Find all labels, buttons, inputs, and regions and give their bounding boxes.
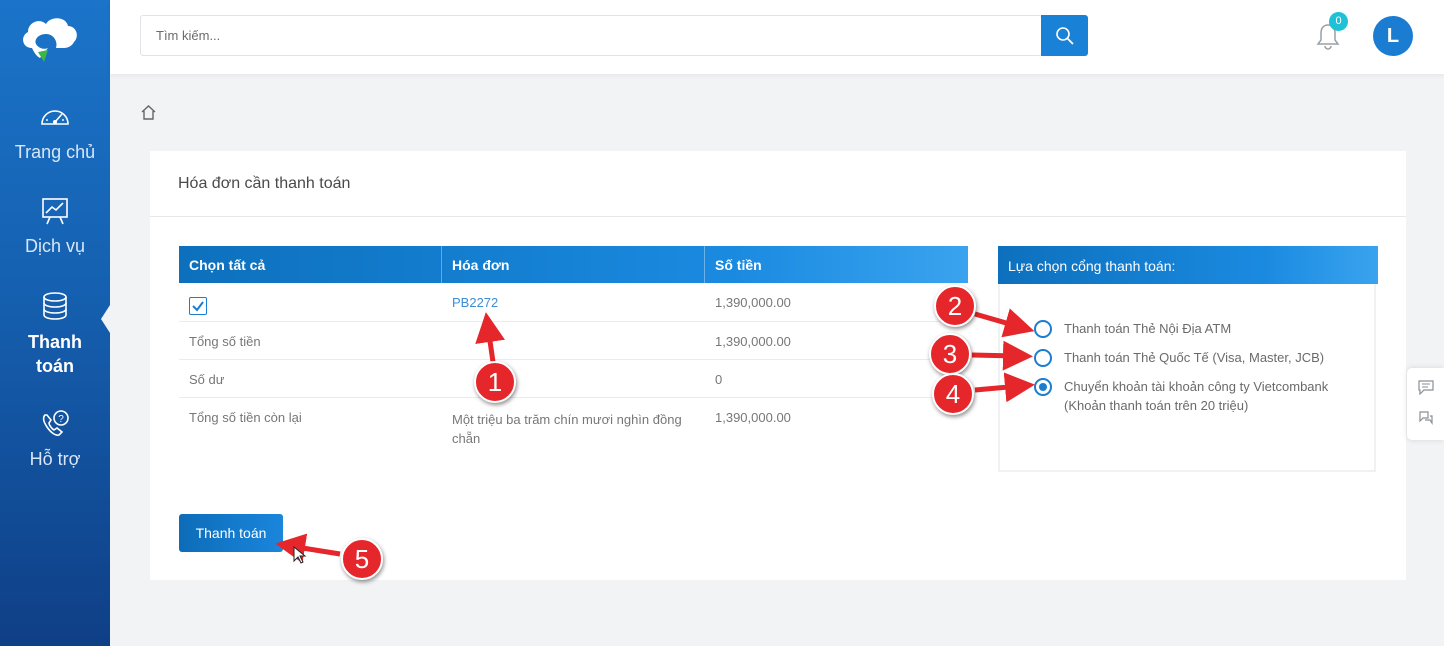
sidebar-item-label-line2: toán	[36, 356, 74, 376]
home-icon[interactable]	[140, 104, 157, 121]
invoice-checkbox[interactable]	[189, 297, 207, 315]
table-header: Chọn tất cả Hóa đơn Số tiền	[179, 246, 968, 283]
sidebar-item-label: Trang chủ	[14, 142, 96, 162]
avatar[interactable]: L	[1373, 16, 1413, 56]
radio-international-card[interactable]	[1034, 349, 1052, 367]
annotation-marker-5: 5	[341, 538, 383, 580]
amount-in-words: Một triệu ba trăm chín mươi nghìn đồng c…	[452, 412, 682, 446]
app-logo[interactable]	[18, 14, 80, 66]
header-invoice: Hóa đơn	[452, 257, 510, 273]
sidebar-item-support[interactable]: ? Hỗ trợ	[0, 407, 110, 471]
annotation-marker-4: 4	[932, 373, 974, 415]
option-atm-label[interactable]: Thanh toán Thẻ Nội Địa ATM	[1064, 319, 1231, 338]
search-input[interactable]	[141, 16, 1041, 55]
table-row: Tổng số tiền còn lại Một triệu ba trăm c…	[179, 398, 968, 456]
coins-icon	[43, 292, 67, 320]
notification-badge: 0	[1329, 12, 1348, 31]
invoice-link[interactable]: PB2272	[452, 295, 498, 310]
gateway-header: Lựa chọn cổng thanh toán:	[998, 246, 1378, 284]
header-amount: Số tiền	[715, 257, 762, 273]
balance-label: Số dư	[189, 372, 225, 387]
floating-widget	[1407, 368, 1444, 440]
balance-amount: 0	[715, 372, 723, 387]
check-icon	[192, 301, 204, 312]
top-header: 0 L	[110, 0, 1444, 74]
sidebar-item-payment[interactable]: Thanh toán	[0, 290, 110, 378]
annotation-marker-1: 1	[474, 361, 516, 403]
sidebar-item-label-line1: Thanh	[28, 332, 82, 352]
sidebar-item-home[interactable]: Trang chủ	[0, 100, 110, 164]
search-icon	[1055, 26, 1074, 45]
support-phone-icon: ?	[42, 410, 69, 436]
active-indicator	[101, 305, 110, 333]
divider	[150, 216, 1406, 217]
header-select-all[interactable]: Chọn tất cả	[189, 257, 265, 273]
svg-text:?: ?	[58, 414, 64, 425]
total-label: Tổng số tiền	[189, 334, 261, 349]
message-icon[interactable]	[1418, 380, 1434, 395]
annotation-marker-3: 3	[929, 333, 971, 375]
sidebar-item-services[interactable]: Dịch vụ	[0, 194, 110, 258]
remaining-amount: 1,390,000.00	[715, 410, 791, 425]
table-row: Tổng số tiền 1,390,000.00	[179, 322, 968, 360]
chart-board-icon	[42, 198, 68, 225]
invoice-card: Hóa đơn cần thanh toán Chọn tất cả Hóa đ…	[150, 151, 1406, 580]
search-box	[140, 15, 1042, 56]
annotation-marker-2: 2	[934, 285, 976, 327]
chat-icon[interactable]	[1418, 410, 1434, 425]
gateway-title: Lựa chọn cổng thanh toán:	[1008, 258, 1176, 274]
page-title: Hóa đơn cần thanh toán	[178, 175, 351, 192]
search-button[interactable]	[1041, 15, 1088, 56]
radio-bank-transfer[interactable]	[1034, 378, 1052, 396]
invoice-table: Chọn tất cả Hóa đơn Số tiền PB2272 1,390…	[179, 246, 968, 456]
option-bank-transfer-label[interactable]: Chuyển khoản tài khoản công ty Vietcomba…	[1064, 377, 1354, 415]
remaining-label: Tổng số tiền còn lại	[189, 410, 302, 425]
total-amount: 1,390,000.00	[715, 334, 791, 349]
pay-button[interactable]: Thanh toán	[179, 514, 283, 552]
speedometer-icon	[41, 110, 69, 125]
table-row: Số dư 0	[179, 360, 968, 398]
sidebar-item-label: Dịch vụ	[24, 236, 86, 256]
payment-gateway-panel: Lựa chọn cổng thanh toán: Thanh toán Thẻ…	[998, 246, 1378, 472]
table-row: PB2272 1,390,000.00	[179, 283, 968, 322]
radio-atm[interactable]	[1034, 320, 1052, 338]
option-international-label[interactable]: Thanh toán Thẻ Quốc Tế (Visa, Master, JC…	[1064, 348, 1324, 367]
invoice-amount: 1,390,000.00	[715, 295, 791, 310]
sidebar: Trang chủ Dịch vụ Thanh toán ? Hỗ trợ	[0, 0, 110, 646]
sidebar-item-label: Hỗ trợ	[29, 449, 81, 469]
